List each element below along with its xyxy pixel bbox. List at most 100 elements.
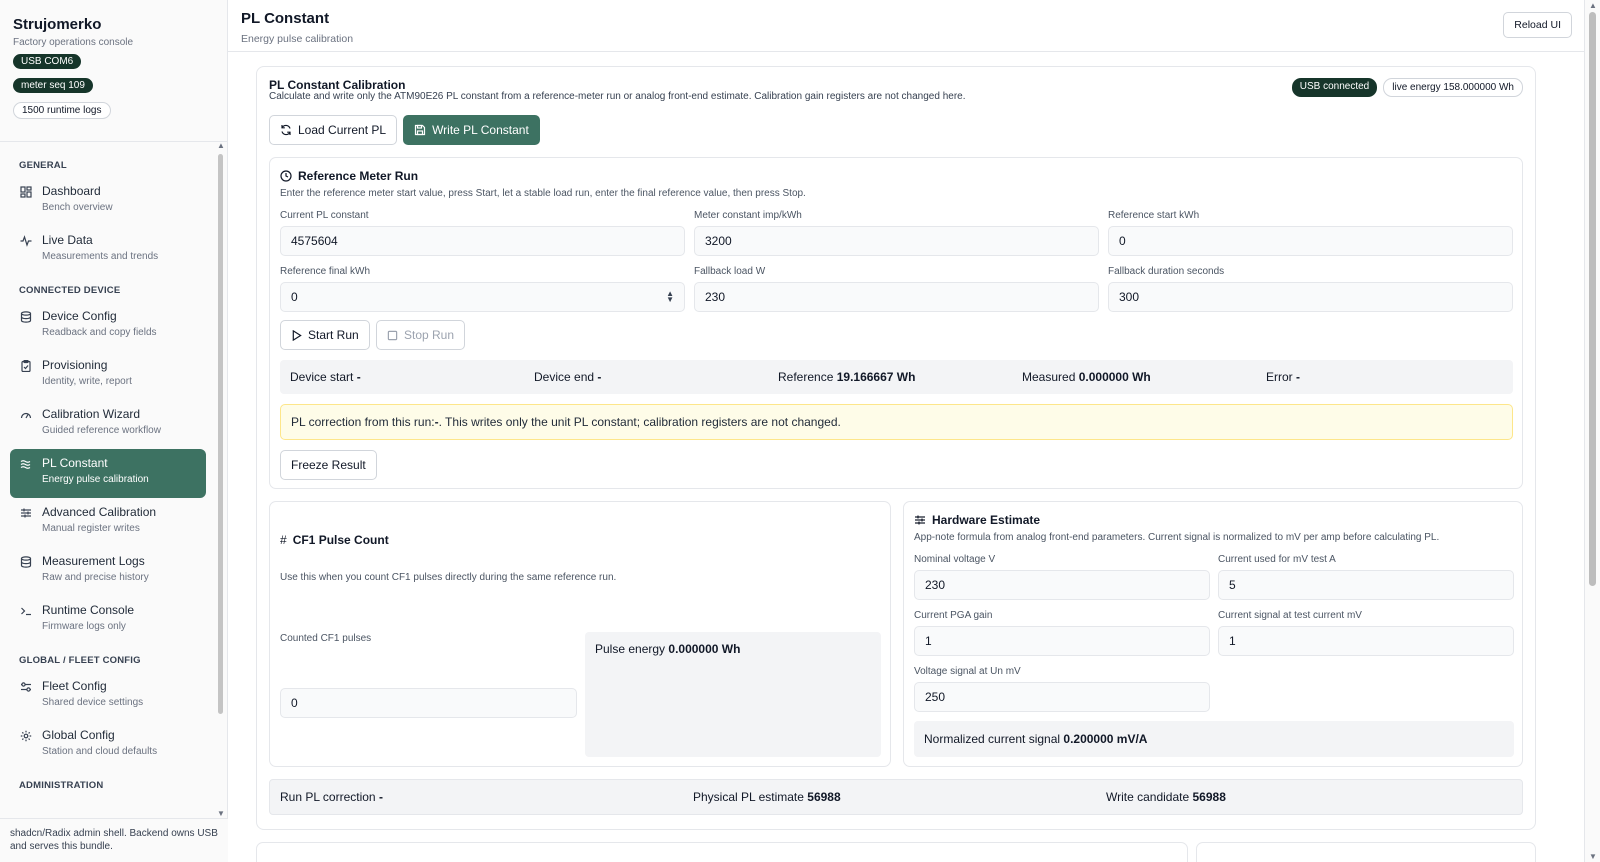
- sidebar-scroll-thumb[interactable]: [218, 154, 223, 714]
- dashboard-icon: [19, 185, 33, 199]
- sidebar-item-sub: Guided reference workflow: [42, 425, 161, 436]
- sidebar-item-global-config[interactable]: Global Config Station and cloud defaults: [10, 721, 206, 770]
- sidebar-item-label: Live Data: [42, 233, 93, 247]
- reference-final-value: 0: [291, 290, 298, 304]
- app-subtitle: Factory operations console: [13, 37, 134, 48]
- sidebar-item-advanced-calibration[interactable]: Advanced Calibration Manual register writ…: [10, 498, 206, 547]
- main-content: PL Constant Energy pulse calibration Rel…: [228, 0, 1584, 862]
- section-administration: ADMINISTRATION: [19, 780, 104, 791]
- current-test-input[interactable]: 5: [1218, 570, 1514, 600]
- cf1-title: CF1 Pulse Count: [292, 533, 389, 547]
- pulse-energy-stat: Pulse energy 0.000000 Wh: [595, 642, 741, 656]
- nominal-voltage-input[interactable]: 230: [914, 570, 1210, 600]
- sidebar-item-sub: Firmware logs only: [42, 621, 126, 632]
- database-icon: [19, 555, 33, 569]
- sidebar-item-sub: Readback and copy fields: [42, 327, 157, 338]
- current-pl-label: Current PL constant: [280, 210, 369, 221]
- pl-calibration-card: PL Constant Calibration Calculate and wr…: [256, 66, 1536, 830]
- clipboard-icon: [19, 359, 33, 373]
- pga-gain-input[interactable]: 1: [914, 626, 1210, 656]
- page-title: PL Constant: [241, 10, 330, 27]
- reload-ui-button[interactable]: Reload UI: [1503, 12, 1572, 38]
- current-pl-input[interactable]: 4575604: [280, 226, 685, 256]
- status-pills: USB COM6 meter seq 109 1500 runtime logs: [13, 48, 215, 120]
- card-title: PL Constant Calibration: [269, 78, 406, 92]
- card-description: Calculate and write only the ATM90E26 PL…: [269, 91, 966, 102]
- sidebar-item-sub: Identity, write, report: [42, 376, 132, 387]
- sidebar-footer-note: shadcn/Radix admin shell. Backend owns U…: [0, 818, 228, 862]
- current-signal-input[interactable]: 1: [1218, 626, 1514, 656]
- scroll-down-icon[interactable]: ▼: [1589, 852, 1597, 861]
- sidebar-item-label: Measurement Logs: [42, 554, 145, 568]
- counted-cf1-input[interactable]: 0: [280, 688, 577, 718]
- sidebar-item-measurement-logs[interactable]: Measurement Logs Raw and precise history: [10, 547, 206, 596]
- cf1-title-row: # CF1 Pulse Count: [280, 533, 389, 547]
- terminal-icon: [19, 604, 33, 618]
- sidebar-item-calibration-wizard[interactable]: Calibration Wizard Guided reference workf…: [10, 400, 206, 449]
- fallback-load-label: Fallback load W: [694, 266, 766, 277]
- section-global-fleet: GLOBAL / FLEET CONFIG: [19, 655, 141, 666]
- sidebar-item-provisioning[interactable]: Provisioning Identity, write, report: [10, 351, 206, 400]
- sidebar-item-label: Runtime Console: [42, 603, 135, 617]
- sidebar-item-sub: Manual register writes: [42, 523, 140, 534]
- clock-icon: [280, 170, 292, 182]
- sidebar-item-live-data[interactable]: Live Data Measurements and trends: [10, 226, 206, 275]
- card-status-pills: USB connected live energy 158.000000 Wh: [1291, 78, 1523, 97]
- sidebar-item-pl-constant[interactable]: PL Constant Energy pulse calibration: [10, 449, 206, 498]
- section-general: GENERAL: [19, 160, 67, 171]
- usb-port-badge: USB COM6: [13, 54, 82, 69]
- fallback-duration-input[interactable]: 300: [1108, 282, 1513, 312]
- voltage-signal-input[interactable]: 250: [914, 682, 1210, 712]
- sidebar-item-dashboard[interactable]: Dashboard Bench overview: [10, 177, 206, 226]
- square-icon: [387, 330, 398, 340]
- counted-cf1-label: Counted CF1 pulses: [280, 633, 372, 644]
- scroll-down-icon[interactable]: ▼: [217, 810, 225, 818]
- current-test-label: Current used for mV test A: [1218, 554, 1336, 565]
- meter-constant-input[interactable]: 3200: [694, 226, 1099, 256]
- start-run-button[interactable]: Start Run: [280, 320, 370, 350]
- current-signal-label: Current signal at test current mV: [1218, 610, 1362, 621]
- page-scrollbar[interactable]: ▲ ▼: [1584, 0, 1600, 862]
- runtime-logs-badge: 1500 runtime logs: [13, 102, 111, 119]
- sidebar-item-sub: Bench overview: [42, 202, 113, 213]
- page-subtitle: Energy pulse calibration: [241, 33, 354, 45]
- sidebar-scrollbar[interactable]: ▲ ▼: [217, 142, 225, 818]
- device-end-stat: Device end -: [534, 370, 602, 384]
- nominal-voltage-label: Nominal voltage V: [914, 554, 996, 565]
- write-pl-constant-label: Write PL Constant: [432, 123, 529, 137]
- database-icon: [19, 310, 33, 324]
- reference-final-input[interactable]: 0 ▲ ▼: [280, 282, 685, 312]
- voltage-signal-label: Voltage signal at Un mV: [914, 666, 1021, 677]
- scroll-up-icon[interactable]: ▲: [217, 142, 225, 150]
- hardware-title-row: Hardware Estimate: [914, 513, 1040, 527]
- page-scroll-thumb[interactable]: [1589, 12, 1596, 586]
- pl-correction-notice: PL correction from this run: -. This wri…: [280, 404, 1513, 440]
- settings2-icon: [19, 680, 33, 694]
- scroll-up-icon[interactable]: ▲: [1589, 1, 1597, 10]
- error-stat: Error -: [1266, 370, 1301, 384]
- load-current-pl-label: Load Current PL: [298, 123, 387, 137]
- start-run-label: Start Run: [308, 328, 359, 342]
- sidebar-item-fleet-config[interactable]: Fleet Config Shared device settings: [10, 672, 206, 721]
- pulse-energy-box: Pulse energy 0.000000 Wh: [585, 632, 881, 757]
- waves-icon: [19, 457, 33, 471]
- write-pl-constant-button[interactable]: Write PL Constant: [403, 115, 540, 145]
- hardware-estimate-panel: Hardware Estimate App-note formula from …: [903, 501, 1523, 767]
- reference-start-input[interactable]: 0: [1108, 226, 1513, 256]
- reference-run-panel: Reference Meter Run Enter the reference …: [269, 157, 1523, 489]
- sidebar: Strujomerko Factory operations console U…: [0, 0, 228, 862]
- load-current-pl-button[interactable]: Load Current PL: [269, 115, 398, 145]
- fallback-load-input[interactable]: 230: [694, 282, 1099, 312]
- sidebar-item-sub: Energy pulse calibration: [42, 474, 149, 485]
- stepper-arrows-icon[interactable]: ▲ ▼: [666, 290, 674, 304]
- sidebar-item-runtime-console[interactable]: Runtime Console Firmware logs only: [10, 596, 206, 645]
- sidebar-item-sub: Measurements and trends: [42, 251, 159, 262]
- freeze-result-button[interactable]: Freeze Result: [280, 450, 377, 480]
- pga-gain-label: Current PGA gain: [914, 610, 993, 621]
- sidebar-item-device-config[interactable]: Device Config Readback and copy fields: [10, 302, 206, 351]
- sliders-icon: [915, 515, 925, 525]
- stop-run-button[interactable]: Stop Run: [376, 320, 466, 350]
- sidebar-item-label: Calibration Wizard: [42, 407, 141, 421]
- sidebar-item-label: Device Config: [42, 309, 117, 323]
- meter-seq-badge: meter seq 109: [13, 78, 93, 93]
